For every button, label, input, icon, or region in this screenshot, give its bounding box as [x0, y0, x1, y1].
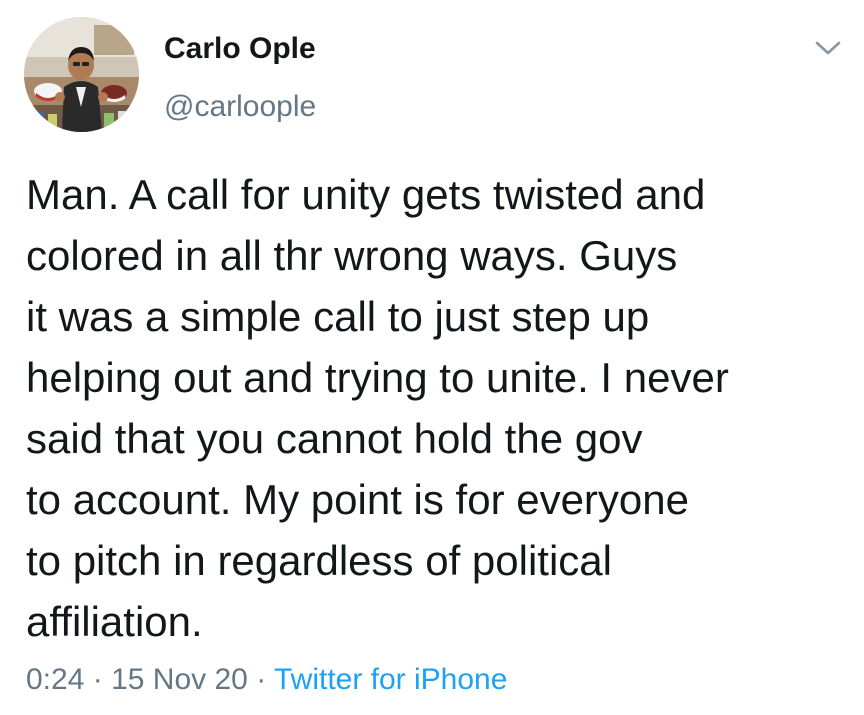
tweet-menu-button[interactable] [813, 36, 843, 60]
author-handle[interactable]: @carloople [164, 89, 316, 125]
tweet-text: Man. A call for unity gets twisted and c… [26, 164, 846, 652]
tweet-text-line: to account. My point is for everyone [26, 476, 689, 523]
author-info: Carlo Ople @carloople [164, 31, 316, 125]
tweet-text-line: helping out and trying to unite. I never [26, 354, 729, 401]
tweet-card: Carlo Ople @carloople Man. A call for un… [0, 0, 864, 715]
tweet-time[interactable]: 0:24 [26, 663, 84, 696]
tweet-date[interactable]: 15 Nov 20 [111, 663, 248, 696]
meta-separator: · [256, 663, 267, 696]
author-display-name[interactable]: Carlo Ople [164, 31, 316, 67]
chevron-down-icon [815, 41, 841, 55]
tweet-source-link[interactable]: Twitter for iPhone [274, 663, 507, 696]
tweet-meta: 0:24 · 15 Nov 20 · Twitter for iPhone [26, 660, 507, 700]
tweet-text-line: Man. A call for unity gets twisted and [26, 171, 706, 218]
tweet-text-line: affiliation. [26, 598, 203, 645]
tweet-text-line: colored in all thr wrong ways. Guys [26, 232, 678, 279]
tweet-text-line: it was a simple call to just step up [26, 293, 650, 340]
tweet-text-line: said that you cannot hold the gov [26, 415, 643, 462]
tweet-text-line: to pitch in regardless of political [26, 537, 612, 584]
author-avatar[interactable] [24, 17, 139, 132]
meta-separator: · [92, 663, 103, 696]
avatar-photo [24, 17, 139, 132]
